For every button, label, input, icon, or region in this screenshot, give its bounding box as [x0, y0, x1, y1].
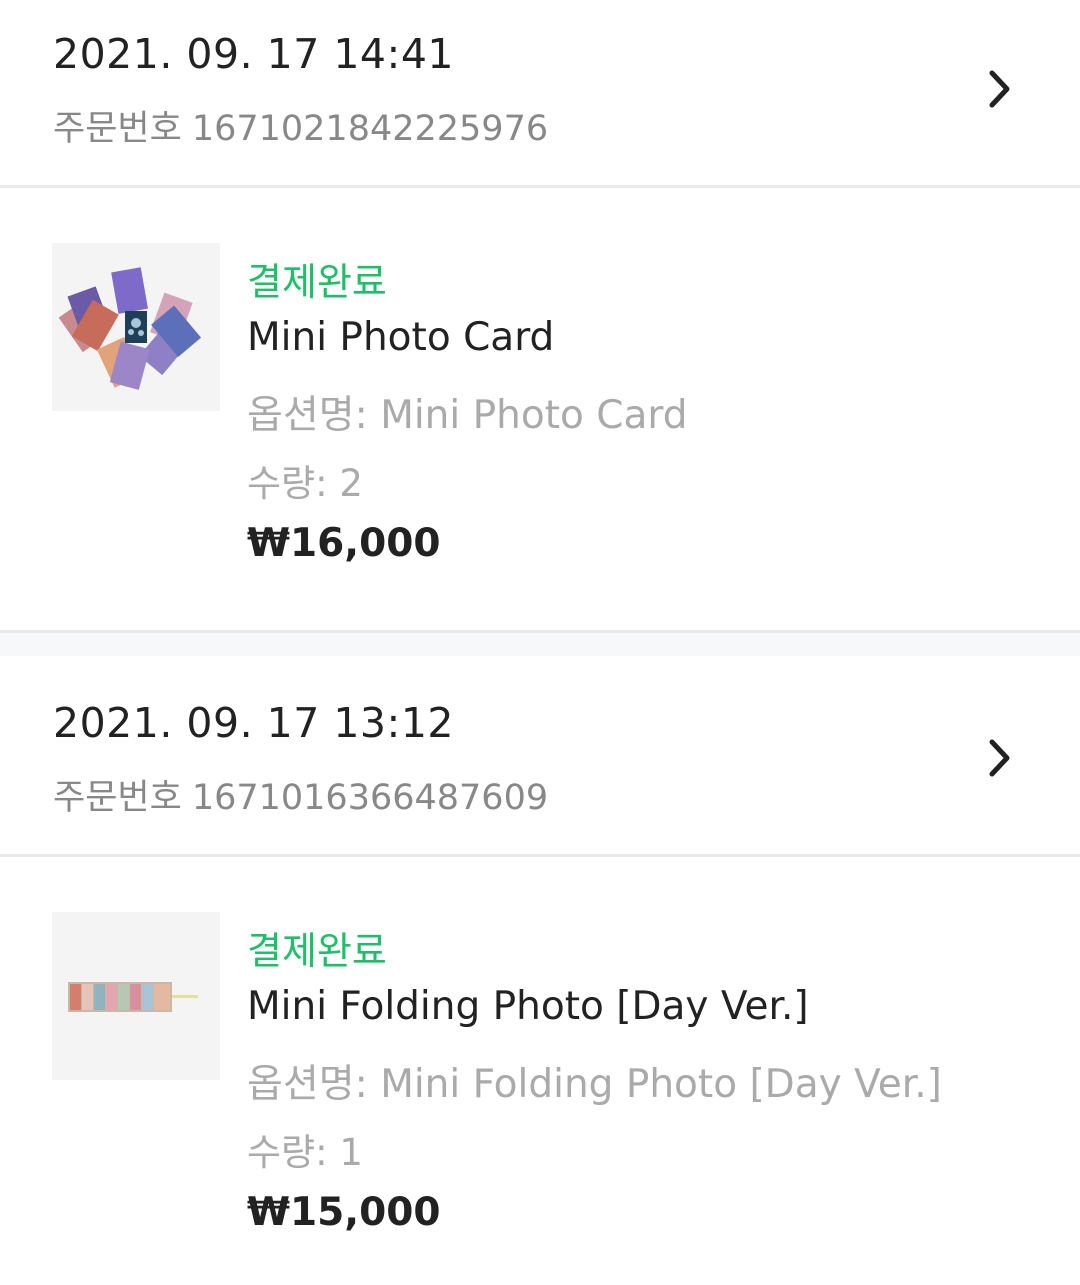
quantity-value: 1 — [339, 1131, 363, 1174]
product-thumbnail[interactable] — [52, 912, 220, 1080]
option-value: Mini Photo Card — [380, 393, 688, 438]
option-label: 옵션명: — [247, 393, 368, 438]
product-thumbnail[interactable] — [52, 243, 220, 411]
order-separator — [0, 630, 1080, 656]
order-item[interactable]: 결제완료 Mini Photo Card 옵션명: Mini Photo Car… — [0, 188, 1080, 630]
order-number-value: 1671021842225976 — [191, 109, 549, 149]
option-label: 옵션명: — [247, 1062, 368, 1107]
order-header[interactable]: 2021. 09. 17 13:12 주문번호 1671016366487609 — [0, 669, 1080, 857]
order-number: 주문번호 1671021842225976 — [53, 100, 548, 151]
option-value: Mini Folding Photo [Day Ver.] — [380, 1062, 942, 1107]
order-date: 2021. 09. 17 14:41 — [53, 30, 455, 78]
folding-photo-image — [68, 982, 198, 1012]
quantity-value: 2 — [339, 462, 363, 505]
option-text: 옵션명: Mini Folding Photo [Day Ver.] — [247, 1053, 942, 1109]
chevron-right-icon[interactable] — [980, 736, 1020, 780]
payment-status: 결제완료 — [247, 929, 387, 973]
order-number-value: 1671016366487609 — [191, 778, 549, 818]
chevron-right-icon[interactable] — [980, 67, 1020, 111]
order-card: 2021. 09. 17 13:12 주문번호 1671016366487609 … — [0, 669, 1080, 1285]
order-number-label: 주문번호 — [53, 109, 182, 149]
order-card: 2021. 09. 17 14:41 주문번호1671021842225976 — [0, 0, 1080, 630]
order-date: 2021. 09. 17 13:12 — [53, 699, 455, 747]
payment-status: 결제완료 — [247, 260, 387, 304]
order-item[interactable]: 결제완료 Mini Folding Photo [Day Ver.] 옵션명: … — [0, 857, 1080, 1285]
quantity-text: 수량: 2 — [247, 453, 363, 507]
item-price: ₩16,000 — [247, 521, 441, 566]
item-price: ₩15,000 — [247, 1190, 441, 1235]
order-header[interactable]: 2021. 09. 17 14:41 주문번호 1671021842225976 — [0, 0, 1080, 188]
product-name: Mini Folding Photo [Day Ver.] — [247, 984, 809, 1029]
quantity-text: 수량: 1 — [247, 1122, 363, 1176]
order-number-label: 주문번호 — [53, 778, 182, 818]
quantity-label: 수량: — [247, 462, 328, 505]
product-name: Mini Photo Card — [247, 315, 555, 360]
quantity-label: 수량: — [247, 1131, 328, 1174]
order-number: 주문번호 1671016366487609 — [53, 769, 548, 820]
photo-card-image — [58, 267, 202, 390]
option-text: 옵션명: Mini Photo Card — [247, 384, 688, 440]
